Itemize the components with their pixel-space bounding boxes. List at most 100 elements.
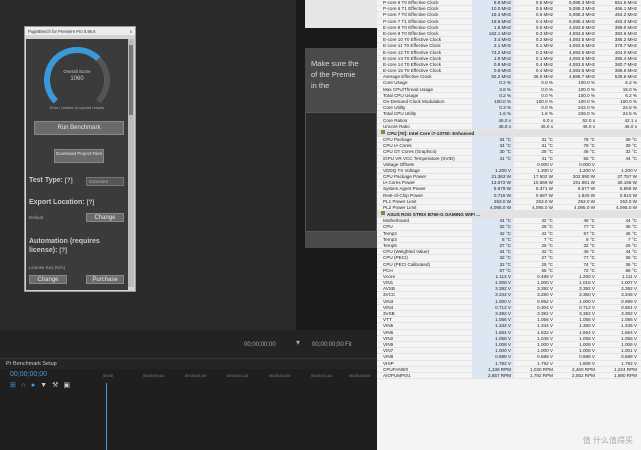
- sensor-name: Voltage Offsets: [383, 161, 415, 167]
- sensor-value: 0.9 MHz: [472, 61, 514, 68]
- wrench-icon[interactable]: ⚒: [52, 382, 63, 389]
- sensor-value: 34 °C: [472, 136, 514, 143]
- sensor-value: 39 °C: [625, 143, 637, 149]
- linked-icon[interactable]: ●: [31, 382, 40, 389]
- fit-dropdown[interactable]: Fit: [345, 342, 352, 348]
- sensor-name: VDDQ TX Voltage: [383, 167, 420, 173]
- sensor-value: 4,083.5 MHz: [568, 49, 595, 55]
- sensor-name: Max CPU/Thread Usage: [383, 86, 434, 92]
- sensor-value: 1.664 V: [621, 329, 637, 335]
- timeline-ruler[interactable]: 00;00 00;00;00;15 00;00;01;00 00;00;01;1…: [103, 373, 373, 383]
- sensor-value: 0.2 MHz: [535, 37, 553, 43]
- section-header-cpu[interactable]: CPU [#0]: Intel Core i7-13700: Enhanced: [377, 129, 641, 137]
- sensor-value: 100.0 %: [578, 99, 595, 104]
- sensor-value: 5.679 W: [472, 186, 514, 192]
- sensor-value: 0.661 V: [621, 304, 637, 310]
- test-type-select[interactable]: Extended: [86, 177, 124, 186]
- play-marker-icon[interactable]: ▾: [296, 338, 300, 347]
- sensor-value: 1.200 V: [621, 167, 637, 173]
- sensor-value: 454.2 MHz: [614, 12, 637, 18]
- sensor-value: 253.0 W: [577, 198, 595, 204]
- panel-scrollbar[interactable]: [128, 39, 134, 287]
- sensor-value: 404.0 MHz: [614, 49, 637, 55]
- sensor-value: 0.688 V: [621, 354, 637, 360]
- sensor-value: 389.0 MHz: [614, 24, 637, 30]
- caption-line: of the Premie: [311, 70, 356, 79]
- snap-icon[interactable]: ∩: [21, 382, 31, 389]
- sensor-value: 55 °C: [583, 155, 595, 161]
- sensor-value: 226.0 %: [578, 111, 595, 117]
- run-benchmark-button[interactable]: Run Benchmark: [34, 121, 124, 135]
- sensor-value: 1.112 V: [472, 273, 514, 280]
- timeline-panel: Pr Benchmark Setup 00;00;00;00 ⊞∩●▼⚒▣ 00…: [0, 358, 377, 450]
- sensor-value: 1.344 V: [472, 323, 514, 329]
- sensor-name: VIN8: [383, 354, 394, 360]
- sensor-value: 1.056 V: [621, 317, 637, 323]
- sensor-value: 3.392 V: [579, 286, 595, 292]
- sensor-name: P-core 6 T0 Effective Clock: [383, 0, 439, 5]
- sensor-name: E-core 8 T0 Effective Clock: [383, 24, 439, 30]
- sensor-value: 77 °C: [583, 255, 595, 261]
- sensor-value: 1,136 RPM: [472, 366, 514, 372]
- sensor-value: 41 °C: [472, 155, 514, 161]
- sensor-value: 45 °C: [583, 149, 595, 155]
- sensor-name: CPU Package: [383, 136, 412, 142]
- sensor-name: Temp5: [383, 242, 397, 248]
- sensor-value: 0.999 V: [621, 298, 637, 304]
- test-type-help[interactable]: [?]: [65, 178, 73, 184]
- sensor-value: 44 °C: [472, 249, 514, 255]
- sensor-value: 42.1 x: [624, 117, 637, 123]
- automation-label: Automation (requires license): [?]: [29, 238, 100, 254]
- sensor-value: 46.0 x: [624, 123, 637, 129]
- sensor-value: 42 °C: [541, 249, 553, 255]
- sensor-value: 100.0 %: [578, 86, 595, 92]
- sensor-name: PL1 Power Limit: [383, 198, 417, 204]
- change-license-button[interactable]: Change: [29, 275, 67, 284]
- sensor-value: 1.000 V: [472, 348, 514, 354]
- sensor-value: 0.000 V: [537, 161, 553, 167]
- sensor-name: P-core 7 T0 Effective Clock: [383, 12, 439, 18]
- sensor-value: 1.016 V: [579, 280, 595, 286]
- marker-icon[interactable]: ▼: [40, 382, 52, 389]
- sensor-value: 52.0 x: [582, 117, 595, 123]
- sensor-value: 31 °C: [541, 136, 553, 142]
- sensor-name: Total CPU Utility: [383, 111, 417, 117]
- close-icon[interactable]: x: [130, 29, 132, 34]
- sensor-value: 8.8 MHz: [472, 0, 514, 6]
- sensor-value: 2.1 MHz: [472, 43, 514, 49]
- sensor-value: 6.2 %: [625, 92, 637, 98]
- purchase-button[interactable]: Purchase: [86, 275, 124, 284]
- sensor-name: 3VCC: [383, 292, 396, 298]
- sensor-value: 3.392 V: [472, 286, 514, 292]
- sensor-name: Total CPU Usage: [383, 92, 419, 98]
- captions-icon[interactable]: ▣: [63, 382, 75, 389]
- export-help[interactable]: [?]: [87, 200, 95, 206]
- sensor-value: 92.2 MHz: [472, 74, 514, 80]
- sensor-value: 1.000 V: [472, 298, 514, 304]
- sensor-value: 100.0 %: [578, 92, 595, 98]
- timeline-timecode[interactable]: 00;00;00;00: [10, 371, 47, 378]
- sensor-value: 24.5 %: [622, 111, 637, 117]
- sensor-value: 0.6 MHz: [535, 0, 553, 5]
- timeline-tab[interactable]: Pr Benchmark Setup: [0, 359, 377, 369]
- playhead[interactable]: [106, 383, 107, 450]
- sensor-name: P-core 6 T1 Effective Clock: [383, 6, 439, 12]
- sensor-value: 1.6 %: [472, 111, 514, 117]
- sensor-value: [472, 161, 514, 167]
- sensor-value: 1.008 V: [579, 341, 595, 347]
- automation-help[interactable]: [?]: [59, 248, 67, 254]
- ruler-tick: 00;00: [103, 373, 114, 378]
- sensor-value: 35 °C: [625, 224, 637, 230]
- sensor-value: 3.392 V: [537, 311, 553, 316]
- sensor-value: 4,886.7 MHz: [568, 74, 595, 80]
- download-project-files-button[interactable]: Download Project Files: [54, 149, 104, 163]
- scroll-thumb[interactable]: [129, 45, 133, 115]
- change-export-button[interactable]: Change: [86, 213, 124, 222]
- nest-icon[interactable]: ⊞: [10, 382, 21, 389]
- sensor-value: 5.958 W: [619, 186, 637, 192]
- sensor-value: 44 °C: [625, 218, 637, 224]
- sensor-value: 45 °C: [625, 230, 637, 236]
- section-header-motherboard[interactable]: ASUS ROG STRIX B760-G GAMING WIFI ...: [377, 211, 641, 219]
- sensor-row[interactable]: AIOPUMP0/1 2,657 RPM 1,792 RPM 2,052 RPM 1,9…: [377, 372, 641, 380]
- sensor-name: VIN5: [383, 323, 394, 329]
